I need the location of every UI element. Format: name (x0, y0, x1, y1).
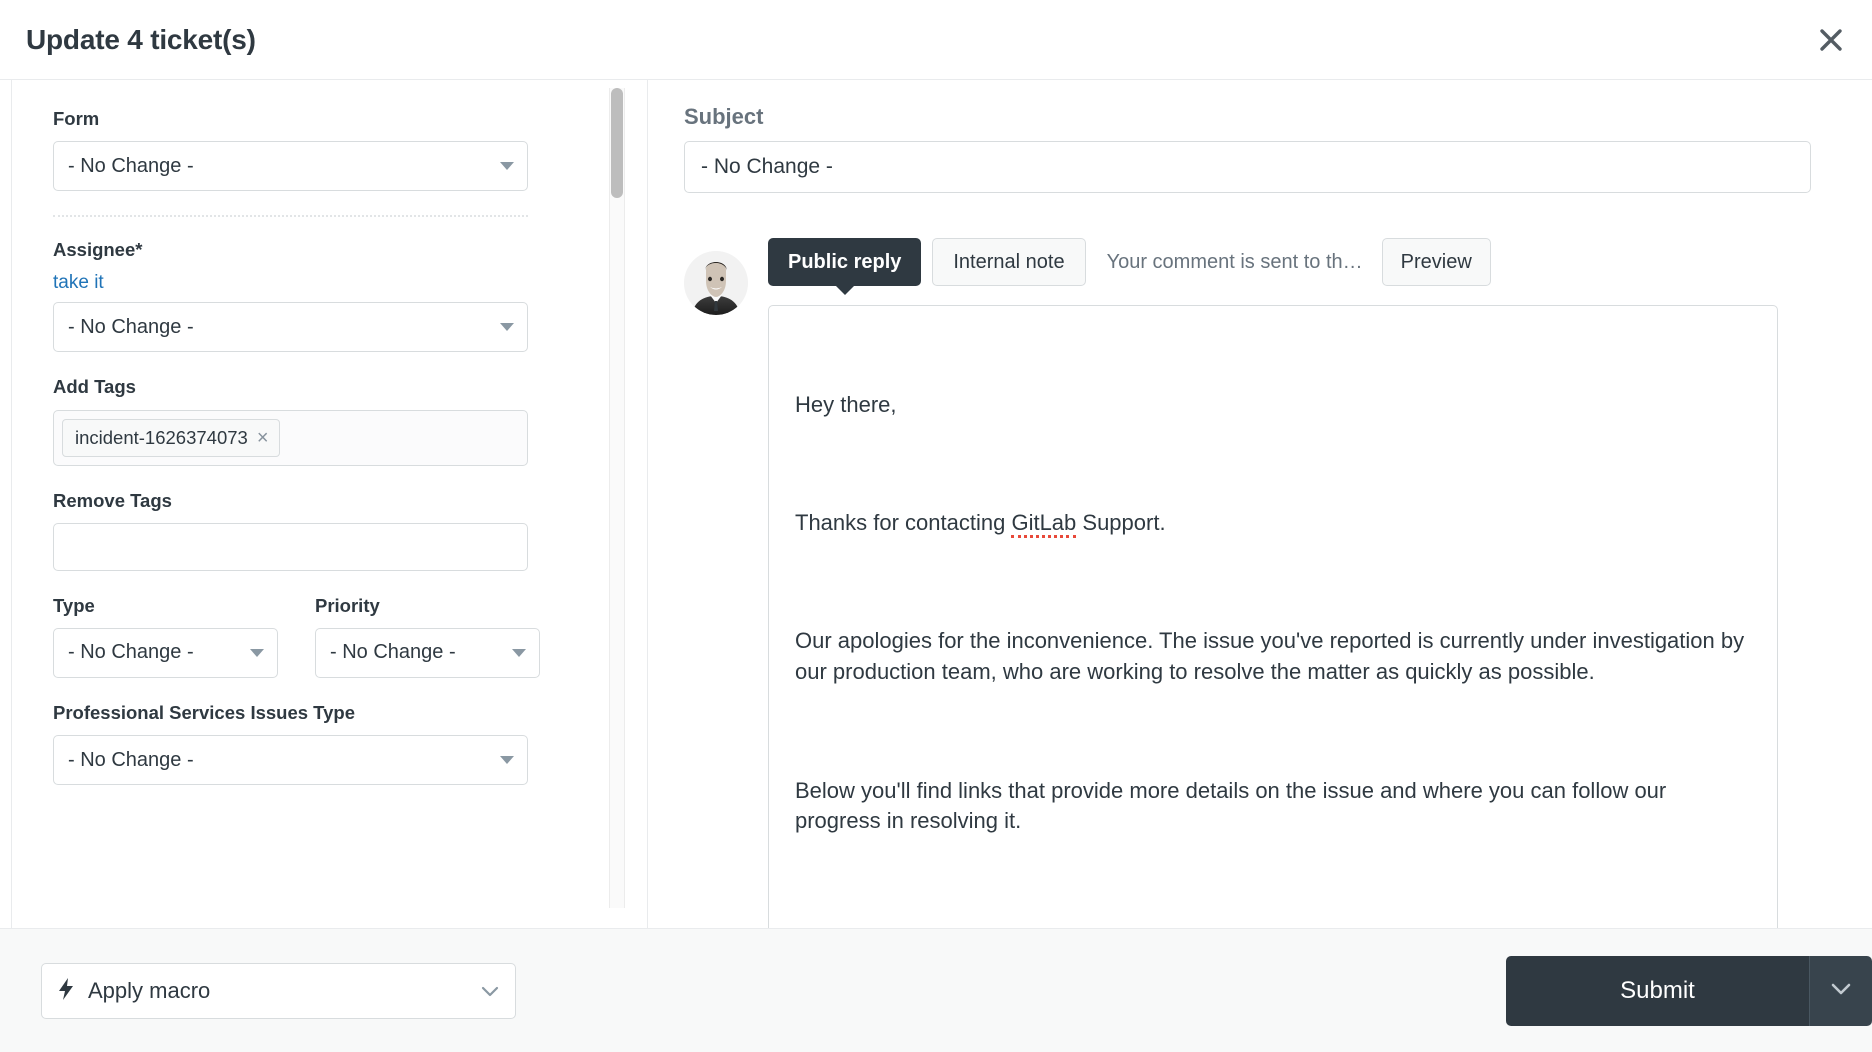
subject-label: Subject (684, 104, 1820, 130)
submit-button-group: Submit (1506, 956, 1872, 1026)
modal-header: Update 4 ticket(s) (0, 0, 1872, 80)
field-add-tags: Add Tags incident-1626374073 × (53, 376, 617, 465)
type-label: Type (53, 595, 278, 617)
submit-button[interactable]: Submit (1506, 956, 1809, 1026)
comment-main: Public reply Internal note Your comment … (768, 237, 1820, 928)
assignee-select[interactable]: - No Change - (53, 302, 528, 352)
chevron-down-icon (512, 649, 526, 657)
field-type-priority-row: Type - No Change - Priority - No Change … (53, 595, 617, 678)
modal-footer: Apply macro Submit (0, 928, 1872, 1052)
field-form: Form - No Change - (53, 108, 617, 191)
ticket-comment-pane: Subject - No Change - (648, 80, 1872, 928)
comment-greeting: Hey there, (795, 390, 1751, 421)
left-pane-scrollbar[interactable] (609, 88, 625, 908)
field-type: Type - No Change - (53, 595, 278, 678)
comment-channel-tabs: Public reply Internal note Your comment … (768, 237, 1820, 287)
page-title: Update 4 ticket(s) (26, 24, 256, 56)
chevron-down-icon (481, 978, 499, 1004)
bulk-update-modal: Update 4 ticket(s) Form - No Change - (0, 0, 1872, 1052)
chevron-down-icon (500, 323, 514, 331)
add-tags-label: Add Tags (53, 376, 617, 398)
remove-tags-label: Remove Tags (53, 490, 617, 512)
close-icon (1818, 27, 1844, 53)
subject-input[interactable]: - No Change - (684, 141, 1811, 193)
chevron-down-icon (500, 162, 514, 170)
comment-area: Public reply Internal note Your comment … (684, 237, 1820, 928)
form-select-value: - No Change - (68, 155, 194, 178)
field-remove-tags: Remove Tags (53, 490, 617, 571)
tab-internal-note-label: Internal note (953, 251, 1064, 274)
tag-label: incident-1626374073 (75, 427, 248, 449)
apply-macro-label: Apply macro (88, 978, 210, 1004)
professional-services-issues-type-label: Professional Services Issues Type (53, 702, 617, 724)
comment-brand-gitlab: GitLab (1011, 510, 1076, 538)
ticket-properties-scroll: Form - No Change - Assignee* take it - N… (11, 80, 647, 928)
assignee-label: Assignee* (53, 239, 617, 261)
preview-button-label: Preview (1401, 251, 1472, 274)
assignee-select-value: - No Change - (68, 316, 194, 339)
section-divider (53, 215, 528, 217)
field-professional-services-issues-type: Professional Services Issues Type - No C… (53, 702, 617, 785)
professional-services-issues-type-select[interactable]: - No Change - (53, 735, 528, 785)
chevron-down-icon (500, 756, 514, 764)
close-button[interactable] (1810, 19, 1852, 61)
priority-select-value: - No Change - (330, 641, 456, 664)
priority-select[interactable]: - No Change - (315, 628, 540, 678)
field-priority: Priority - No Change - (315, 595, 540, 678)
chevron-down-icon (1830, 982, 1852, 999)
remove-tags-input[interactable] (53, 523, 528, 571)
priority-label: Priority (315, 595, 540, 617)
modal-body: Form - No Change - Assignee* take it - N… (0, 80, 1872, 928)
ticket-properties-pane: Form - No Change - Assignee* take it - N… (0, 80, 648, 928)
tab-public-reply-label: Public reply (788, 251, 901, 274)
lightning-bolt-icon (58, 977, 74, 1005)
scrollbar-thumb[interactable] (611, 88, 623, 198)
tag-remove-icon[interactable]: × (257, 428, 269, 448)
type-select[interactable]: - No Change - (53, 628, 278, 678)
tab-internal-note[interactable]: Internal note (932, 238, 1085, 286)
avatar (684, 251, 748, 315)
tag-pill[interactable]: incident-1626374073 × (62, 419, 280, 457)
add-tags-input[interactable]: incident-1626374073 × (53, 410, 528, 466)
take-it-link[interactable]: take it (53, 272, 104, 294)
form-select[interactable]: - No Change - (53, 141, 528, 191)
chevron-down-icon (250, 649, 264, 657)
comment-apology: Our apologies for the inconvenience. The… (795, 626, 1751, 688)
comment-links-intro: Below you'll find links that provide mor… (795, 776, 1751, 838)
comment-thanks-prefix: Thanks for contacting (795, 510, 1011, 535)
apply-macro-select[interactable]: Apply macro (41, 963, 516, 1019)
tab-public-reply[interactable]: Public reply (768, 238, 921, 286)
field-assignee: Assignee* take it - No Change - (53, 239, 617, 352)
subject-value: - No Change - (701, 155, 833, 179)
comment-editor[interactable]: Hey there, Thanks for contacting GitLab … (768, 305, 1778, 928)
type-select-value: - No Change - (68, 641, 194, 664)
comment-thanks: Thanks for contacting GitLab Support. (795, 508, 1751, 539)
submit-dropdown-button[interactable] (1809, 956, 1872, 1026)
comment-thanks-suffix: Support. (1076, 510, 1165, 535)
form-label: Form (53, 108, 617, 130)
professional-services-issues-type-value: - No Change - (68, 749, 194, 772)
comment-visibility-hint: Your comment is sent to th… (1107, 251, 1363, 274)
preview-button[interactable]: Preview (1382, 238, 1491, 286)
